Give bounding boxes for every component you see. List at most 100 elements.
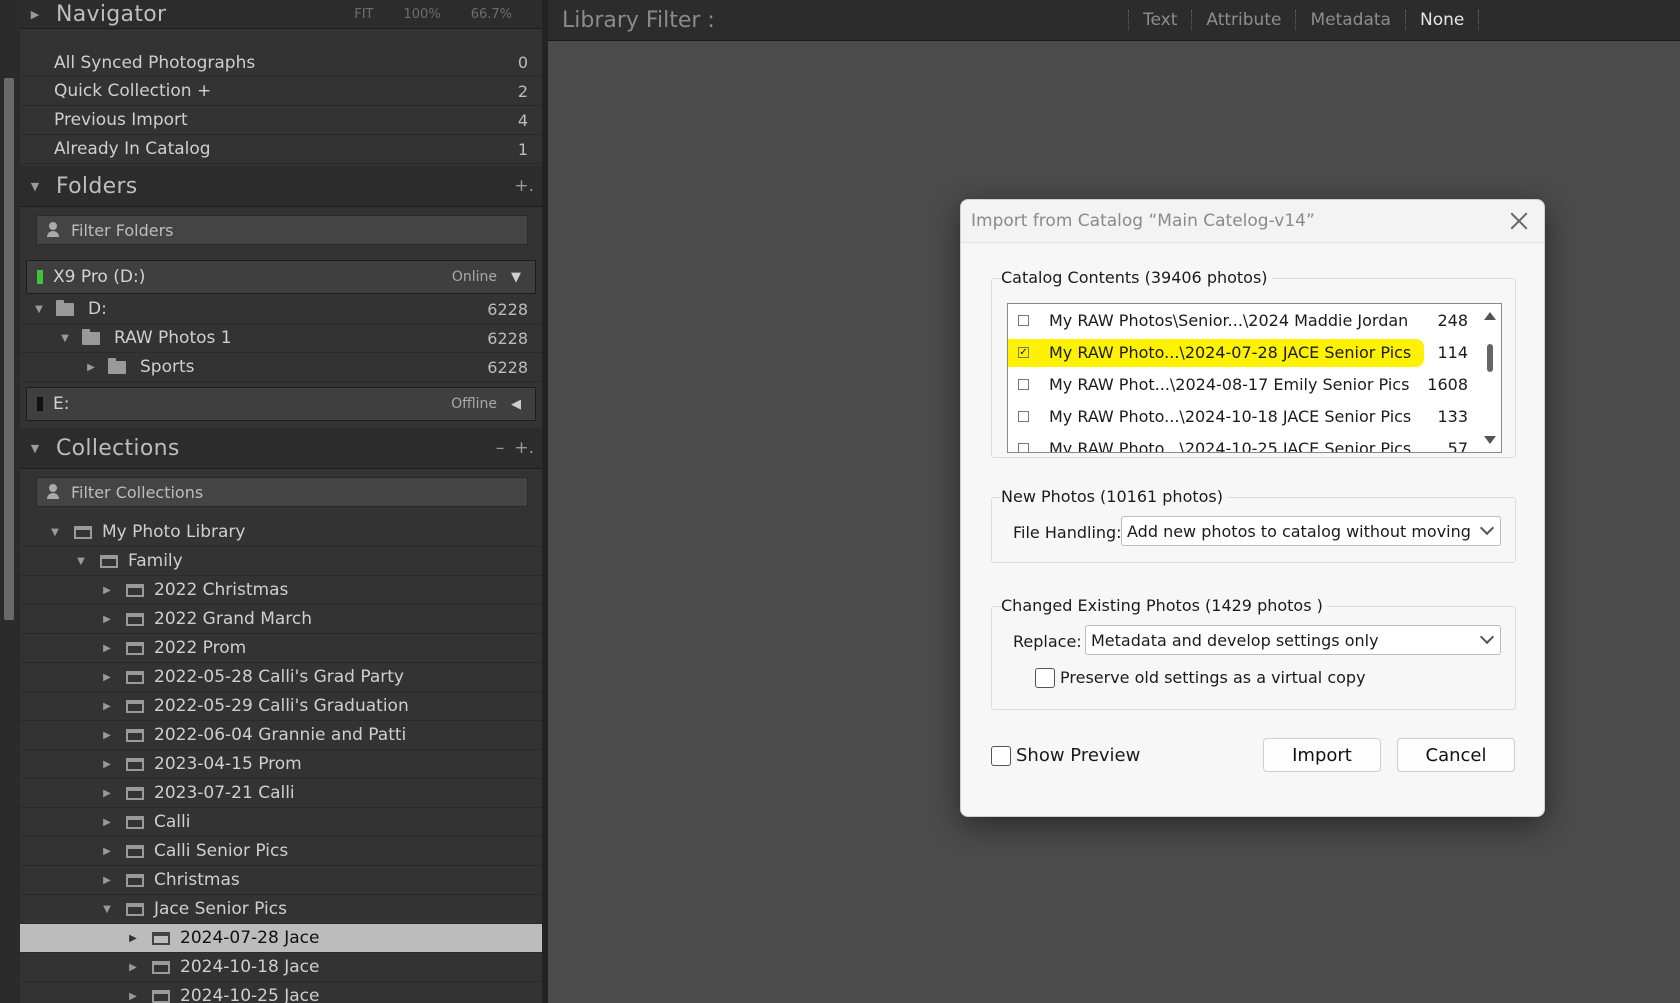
expand-triangle-icon[interactable]: ▶ xyxy=(100,759,114,770)
folders-header[interactable]: ▼ Folders +. xyxy=(20,166,542,207)
collection-2022-prom[interactable]: ▶ 2022 Prom xyxy=(20,634,542,663)
collection-calli-grad-party[interactable]: ▶ 2022-05-28 Calli's Grad Party xyxy=(20,663,542,692)
collection-2024-10-18-jace[interactable]: ▶ 2024-10-18 Jace xyxy=(20,953,542,982)
catalog-row-label: Quick Collection + xyxy=(54,81,212,101)
folder-count: 6228 xyxy=(487,357,528,377)
collection-set-family[interactable]: ▼ Family xyxy=(20,547,542,576)
collection-2024-07-28-jace[interactable]: ▶ 2024-07-28 Jace xyxy=(20,924,542,953)
filter-option-metadata[interactable]: Metadata xyxy=(1295,10,1405,30)
scrollbar-thumb[interactable] xyxy=(1487,344,1493,372)
collection-set-my-photo-library[interactable]: ▼ My Photo Library xyxy=(20,518,542,547)
remove-collection-icon[interactable]: – xyxy=(496,438,505,458)
replace-select[interactable]: Metadata and develop settings only xyxy=(1085,625,1501,655)
collapse-triangle-icon[interactable]: ▼ xyxy=(28,180,42,193)
expand-triangle-icon[interactable]: ▶ xyxy=(100,846,114,857)
add-folder-icon[interactable]: +. xyxy=(514,176,534,196)
filter-folders-input[interactable]: Filter Folders xyxy=(36,215,528,245)
drive-row-e[interactable]: E: Offline ◀ xyxy=(26,387,536,421)
collapse-triangle-icon[interactable]: ▼ xyxy=(28,442,42,455)
navigator-title: Navigator xyxy=(56,1,167,27)
collapse-triangle-icon[interactable]: ▼ xyxy=(58,333,72,344)
expand-triangle-icon[interactable]: ▶ xyxy=(100,817,114,828)
expand-triangle-icon[interactable]: ▶ xyxy=(100,614,114,625)
collection-set-icon xyxy=(126,757,144,771)
collection-grannie-and-patti[interactable]: ▶ 2022-06-04 Grannie and Patti xyxy=(20,721,542,750)
catalog-item[interactable]: My RAW Photo...\2024-10-18 JACE Senior P… xyxy=(1008,400,1478,432)
catalog-row-quick-collection[interactable]: Quick Collection + 2 xyxy=(20,77,542,106)
collection-jace-senior-pics[interactable]: ▼ Jace Senior Pics xyxy=(20,895,542,924)
catalog-row-already-in-catalog[interactable]: Already In Catalog 1 xyxy=(20,135,542,164)
scroll-up-arrow-icon[interactable] xyxy=(1484,312,1496,320)
expand-triangle-icon[interactable]: ▶ xyxy=(100,672,114,683)
collapse-triangle-icon[interactable]: ▼ xyxy=(100,904,114,915)
item-checkbox[interactable]: ✓ xyxy=(1018,346,1029,358)
catalog-row-all-synced[interactable]: All Synced Photographs 0 xyxy=(20,49,542,77)
collection-2023-calli[interactable]: ▶ 2023-07-21 Calli xyxy=(20,779,542,808)
collapse-triangle-icon[interactable]: ▼ xyxy=(32,304,46,315)
collections-header[interactable]: ▼ Collections – +. xyxy=(20,428,542,469)
catalog-item[interactable]: My RAW Photos\Senior...\2024 Maddie Jord… xyxy=(1008,304,1478,336)
folder-row-d[interactable]: ▼ D: 6228 xyxy=(20,295,542,324)
catalog-item[interactable]: My RAW Phot...\2024-08-17 Emily Senior P… xyxy=(1008,368,1478,400)
expand-triangle-icon[interactable]: ▶ xyxy=(126,991,140,1002)
app-scrollbar[interactable] xyxy=(0,0,20,1003)
scroll-down-arrow-icon[interactable] xyxy=(1484,436,1496,444)
collapse-triangle-icon[interactable]: ▼ xyxy=(74,556,88,567)
show-preview-checkbox[interactable] xyxy=(991,746,1011,766)
dialog-titlebar[interactable]: Import from Catalog “Main Catelog-v14” xyxy=(961,200,1544,242)
replace-label: Replace: xyxy=(1013,632,1082,651)
drive-expand-arrow-icon[interactable]: ▼ xyxy=(507,270,525,285)
collection-label: 2022-05-29 Calli's Graduation xyxy=(154,696,409,716)
item-name: My RAW Photo...\2024-07-28 JACE Senior P… xyxy=(1049,342,1412,362)
catalog-item[interactable]: My RAW Photo...\2024-10-25 JACE Senior P… xyxy=(1008,432,1478,452)
filter-option-none[interactable]: None xyxy=(1404,10,1478,30)
drive-row-x9-pro[interactable]: X9 Pro (D:) Online ▼ xyxy=(26,260,536,294)
cancel-button[interactable]: Cancel xyxy=(1397,738,1515,772)
drive-collapse-arrow-icon[interactable]: ◀ xyxy=(507,397,525,412)
folder-row-sports[interactable]: ▶ Sports 6228 xyxy=(20,353,542,382)
item-checkbox[interactable] xyxy=(1018,442,1029,452)
expand-triangle-icon[interactable]: ▶ xyxy=(100,585,114,596)
filter-option-attribute[interactable]: Attribute xyxy=(1191,10,1295,30)
list-scrollbar[interactable] xyxy=(1479,304,1501,452)
collection-calli-graduation[interactable]: ▶ 2022-05-29 Calli's Graduation xyxy=(20,692,542,721)
item-checkbox[interactable] xyxy=(1018,378,1029,390)
expand-triangle-icon[interactable]: ▶ xyxy=(100,643,114,654)
collapse-triangle-icon[interactable]: ▼ xyxy=(48,527,62,538)
app-scrollbar-thumb[interactable] xyxy=(4,78,14,620)
expand-triangle-icon[interactable]: ▶ xyxy=(126,962,140,973)
item-checkbox[interactable] xyxy=(1018,314,1029,326)
filter-collections-input[interactable]: Filter Collections xyxy=(36,477,528,507)
folder-icon xyxy=(56,299,74,316)
catalog-row-previous-import[interactable]: Previous Import 4 xyxy=(20,106,542,135)
catalog-item[interactable]: ✓ My RAW Photo...\2024-07-28 JACE Senior… xyxy=(1008,336,1478,368)
close-icon[interactable] xyxy=(1508,210,1530,232)
collection-calli[interactable]: ▶ Calli xyxy=(20,808,542,837)
filter-option-text[interactable]: Text xyxy=(1128,10,1191,30)
expand-triangle-icon[interactable]: ▶ xyxy=(100,875,114,886)
zoom-fit[interactable]: FIT xyxy=(354,7,373,22)
expand-triangle-icon[interactable]: ▶ xyxy=(84,362,98,373)
expand-triangle-icon[interactable]: ▶ xyxy=(100,701,114,712)
add-collection-icon[interactable]: +. xyxy=(514,438,534,458)
collection-2023-prom[interactable]: ▶ 2023-04-15 Prom xyxy=(20,750,542,779)
zoom-66[interactable]: 66.7% xyxy=(471,7,512,22)
expand-triangle-icon[interactable]: ▶ xyxy=(126,933,140,944)
folder-row-raw-photos[interactable]: ▼ RAW Photos 1 6228 xyxy=(20,324,542,353)
collection-2022-grand-march[interactable]: ▶ 2022 Grand March xyxy=(20,605,542,634)
collection-2022-christmas[interactable]: ▶ 2022 Christmas xyxy=(20,576,542,605)
zoom-100[interactable]: 100% xyxy=(404,7,441,22)
navigator-header[interactable]: ▶ Navigator FIT 100% 66.7% xyxy=(20,0,542,29)
collection-christmas[interactable]: ▶ Christmas xyxy=(20,866,542,895)
item-checkbox[interactable] xyxy=(1018,410,1029,422)
expand-triangle-icon[interactable]: ▶ xyxy=(28,8,42,21)
expand-triangle-icon[interactable]: ▶ xyxy=(100,788,114,799)
collection-set-icon xyxy=(126,728,144,742)
expand-triangle-icon[interactable]: ▶ xyxy=(100,730,114,741)
catalog-contents-list[interactable]: My RAW Photos\Senior...\2024 Maddie Jord… xyxy=(1007,303,1502,453)
import-button[interactable]: Import xyxy=(1263,738,1381,772)
file-handling-select[interactable]: Add new photos to catalog without moving xyxy=(1121,516,1501,546)
collection-calli-senior-pics[interactable]: ▶ Calli Senior Pics xyxy=(20,837,542,866)
preserve-virtual-copy-checkbox[interactable] xyxy=(1035,668,1055,688)
collection-2024-10-25-jace[interactable]: ▶ 2024-10-25 Jace xyxy=(20,982,542,1003)
